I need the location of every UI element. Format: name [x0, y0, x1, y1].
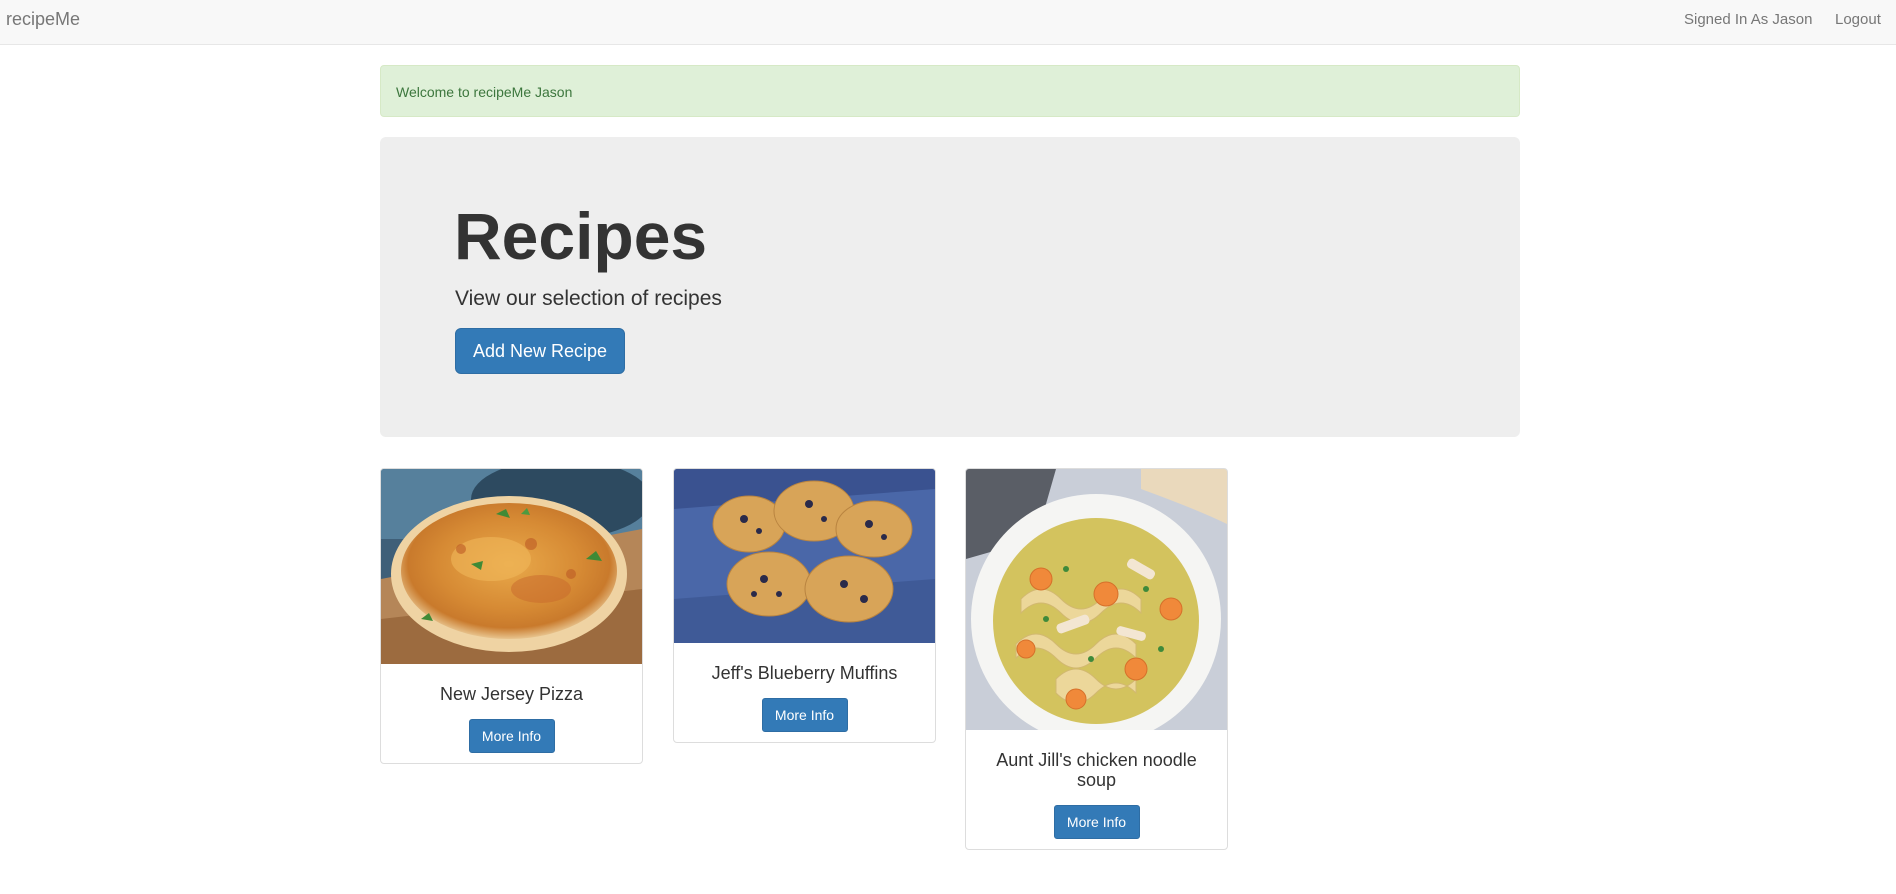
- more-info-button[interactable]: More Info: [1053, 805, 1140, 839]
- welcome-alert-text: Welcome to recipeMe Jason: [396, 84, 573, 100]
- brand-link[interactable]: recipeMe: [6, 9, 80, 30]
- page-title: Recipes: [454, 199, 708, 273]
- more-info-button[interactable]: More Info: [468, 719, 555, 753]
- recipe-title: Jeff's Blueberry Muffins: [711, 663, 898, 683]
- signed-in-link[interactable]: Signed In As Jason: [1684, 11, 1812, 28]
- add-new-recipe-button[interactable]: Add New Recipe: [455, 328, 625, 374]
- jumbotron: Recipes View our selection of recipes Ad…: [380, 137, 1520, 437]
- recipe-title: Aunt Jill's chicken noodle soup: [996, 750, 1197, 790]
- more-info-button[interactable]: More Info: [761, 698, 848, 732]
- logout-link[interactable]: Logout: [1835, 11, 1881, 28]
- recipe-card: Jeff's Blueberry Muffins More Info: [673, 468, 936, 743]
- welcome-alert: Welcome to recipeMe Jason: [380, 65, 1520, 117]
- recipe-card: Aunt Jill's chicken noodle soup More Inf…: [965, 468, 1228, 850]
- page-subtitle: View our selection of recipes: [455, 287, 722, 310]
- blueberry-muffins-photo[interactable]: [674, 469, 935, 643]
- pizza-photo[interactable]: [381, 469, 642, 664]
- recipe-title: New Jersey Pizza: [439, 684, 584, 704]
- chicken-noodle-soup-photo[interactable]: [966, 469, 1227, 730]
- recipe-card: New Jersey Pizza More Info: [380, 468, 643, 764]
- navbar: recipeMe Signed In As Jason Logout: [0, 0, 1896, 45]
